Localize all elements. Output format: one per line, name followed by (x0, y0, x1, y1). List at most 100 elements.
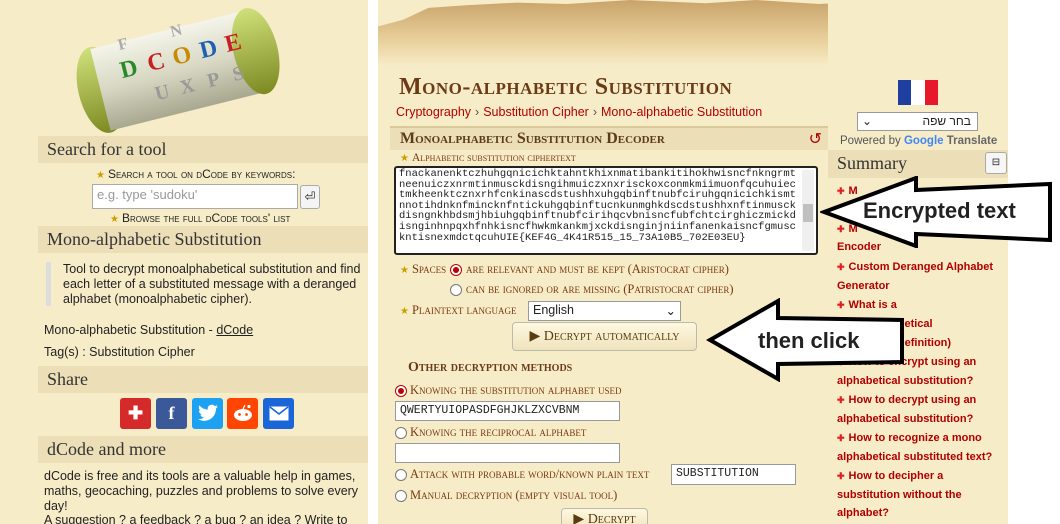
star-icon: ★ (110, 214, 119, 225)
method-manual-label[interactable]: Manual decryption (empty visual tool) (410, 488, 617, 503)
decrypt-button[interactable]: ▶ Decrypt (561, 508, 648, 524)
method-reciprocal-label[interactable]: Knowing the reciprocal alphabet (410, 425, 586, 440)
spaces-ignored-label[interactable]: can be ignored or are missing (Patristoc… (466, 282, 734, 297)
breadcrumb-cryptography[interactable]: Cryptography (396, 105, 471, 119)
method-alphabet-radio[interactable] (395, 385, 407, 397)
dcode-logo[interactable]: D C O D E U X P S F N (70, 6, 290, 134)
reset-icon[interactable]: ↺ (809, 129, 822, 149)
language-translate-value: בחר שפה (922, 114, 971, 128)
ciphertext-value: fnackanenktczhuhgqnicichktahntkhixnmatib… (399, 168, 796, 244)
page-title: Mono-alphabetic Substitution (399, 74, 733, 100)
summary-item[interactable]: ✚ How to decipher a substitution without … (837, 467, 1002, 523)
collapse-button[interactable]: ⊟ (985, 152, 1007, 174)
spaces-kept-radio[interactable] (450, 264, 462, 276)
reciprocal-input[interactable] (395, 443, 620, 463)
tool-description: Tool to decrypt monoalphabetical substit… (46, 262, 368, 306)
browse-tools-link[interactable]: ★ Browse the full dCode tools' list (110, 211, 290, 225)
tags-line: Tag(s) : Substitution Cipher (44, 345, 195, 359)
credit-line: Mono-alphabetic Substitution - dCode (44, 323, 253, 337)
more-section-header: dCode and more (38, 436, 368, 463)
decoder-title: Monoalphabetic Substitution Decoder (400, 130, 665, 147)
star-icon: ★ (96, 170, 105, 181)
enter-icon: ⏎ (304, 189, 316, 204)
star-icon: ★ (400, 306, 409, 317)
browse-tools-text[interactable]: Browse the full dCode tools' list (122, 211, 290, 225)
share-plus-button[interactable]: ✚ (120, 398, 151, 429)
search-section-header: Search for a tool (38, 136, 368, 163)
twitter-icon (197, 404, 218, 421)
scrollbar-thumb[interactable] (803, 204, 813, 222)
email-icon (269, 406, 288, 421)
language-value: English (533, 303, 574, 317)
language-label-text: Plaintext language (411, 303, 517, 317)
star-icon: ★ (400, 265, 409, 276)
decrypt-automatically-button[interactable]: ▶ Decrypt automatically (512, 322, 697, 351)
encrypted-text-callout: Encrypted text (863, 198, 1016, 223)
spaces-ignored-radio[interactable] (450, 284, 462, 296)
share-reddit-button[interactable] (227, 398, 258, 429)
ciphertext-label: ★ Alphabetic substitution ciphertext (400, 152, 576, 164)
chevron-down-icon: ⌄ (862, 114, 873, 128)
spaces-kept-label[interactable]: are relevant and must be kept (Aristocra… (466, 262, 729, 277)
language-select[interactable]: English ⌄ (528, 301, 681, 321)
share-twitter-button[interactable] (192, 398, 223, 429)
spaces-label: ★ Spaces (400, 262, 446, 277)
plus-icon: ✚ (127, 403, 144, 423)
bullet-icon: ✚ (837, 262, 845, 272)
reddit-icon (233, 404, 252, 421)
share-section-header: Share (38, 366, 368, 393)
tool-section-header: Mono-alphabetic Substitution (38, 226, 368, 253)
credit-prefix: Mono-alphabetic Substitution - (44, 323, 217, 337)
method-reciprocal-radio[interactable] (395, 427, 407, 439)
star-icon: ★ (400, 153, 409, 164)
spaces-label-text: Spaces (411, 262, 447, 276)
search-go-button[interactable]: ⏎ (300, 185, 320, 209)
collapse-icon: ⊟ (991, 157, 1001, 168)
method-alphabet-label[interactable]: Knowing the substitution alphabet used (410, 383, 622, 398)
left-sidebar: D C O D E U X P S F N Search for a tool … (0, 0, 368, 524)
method-known-word-label[interactable]: Attack with probable word/known plain te… (410, 467, 649, 482)
summary-header: Summary (828, 150, 1008, 178)
then-click-callout: then click (758, 328, 860, 353)
summary-item[interactable]: ✚ Custom Deranged Alphabet Generator (837, 258, 1002, 295)
summary-item[interactable]: ✚ How to recognize a mono alphabetical su… (837, 429, 1002, 466)
known-word-input[interactable]: SUBSTITUTION (671, 464, 796, 485)
method-manual-radio[interactable] (395, 490, 407, 502)
language-translate-select[interactable]: ⌄ בחר שפה (857, 112, 978, 131)
breadcrumb-substitution-cipher[interactable]: Substitution Cipher (483, 105, 589, 119)
search-label: ★ Search a tool on dCode by keywords: (96, 167, 295, 181)
ciphertext-input[interactable]: fnackanenktczhuhgqnicichktahntkhixnmatib… (394, 166, 818, 255)
google-logo[interactable]: Google (904, 135, 944, 147)
decrypt-label: Decrypt (587, 512, 636, 524)
breadcrumb-mono-alphabetic[interactable]: Mono-alphabetic Substitution (601, 105, 762, 119)
breadcrumb-separator: › (592, 105, 598, 119)
french-flag-icon[interactable] (898, 80, 938, 105)
dcode-credit-link[interactable]: dCode (216, 323, 253, 337)
ciphertext-label-text: Alphabetic substitution ciphertext (411, 152, 576, 164)
language-label: ★ Plaintext language (400, 303, 517, 318)
other-methods-title: Other decryption methods (408, 360, 573, 375)
more-text: dCode is free and its tools are a valuab… (44, 469, 359, 513)
method-known-word-radio[interactable] (395, 469, 407, 481)
powered-prefix: Powered by (840, 135, 904, 147)
bullet-icon: ✚ (837, 471, 845, 481)
search-label-text: Search a tool on dCode by keywords: (107, 167, 296, 181)
facebook-icon: f (168, 403, 175, 423)
powered-by-google: Powered by Google Translate (840, 135, 997, 147)
chevron-down-icon: ⌄ (665, 304, 676, 318)
summary-item[interactable]: ✚ How to decrypt using an alphabetical su… (837, 391, 1002, 428)
bullet-icon: ✚ (837, 433, 845, 443)
alphabet-input[interactable]: QWERTYUIOPASDFGHJKLZXCVBNM (395, 401, 620, 421)
play-icon: ▶ (573, 512, 588, 524)
ciphertext-scrollbar[interactable] (802, 170, 814, 251)
search-input[interactable]: e.g. type 'sudoku' (92, 184, 298, 209)
translate-text[interactable]: Translate (944, 135, 998, 147)
decoder-header: Monoalphabetic Substitution Decoder ↺ (390, 126, 828, 150)
decrypt-automatically-label: Decrypt automatically (543, 329, 680, 344)
breadcrumb-separator: › (475, 105, 480, 119)
bullet-icon: ✚ (837, 395, 845, 405)
play-icon: ▶ (529, 329, 544, 344)
share-email-button[interactable] (263, 398, 294, 429)
share-facebook-button[interactable]: f (156, 398, 187, 429)
breadcrumb: Cryptography › Substitution Cipher › Mono-al… (396, 105, 762, 119)
